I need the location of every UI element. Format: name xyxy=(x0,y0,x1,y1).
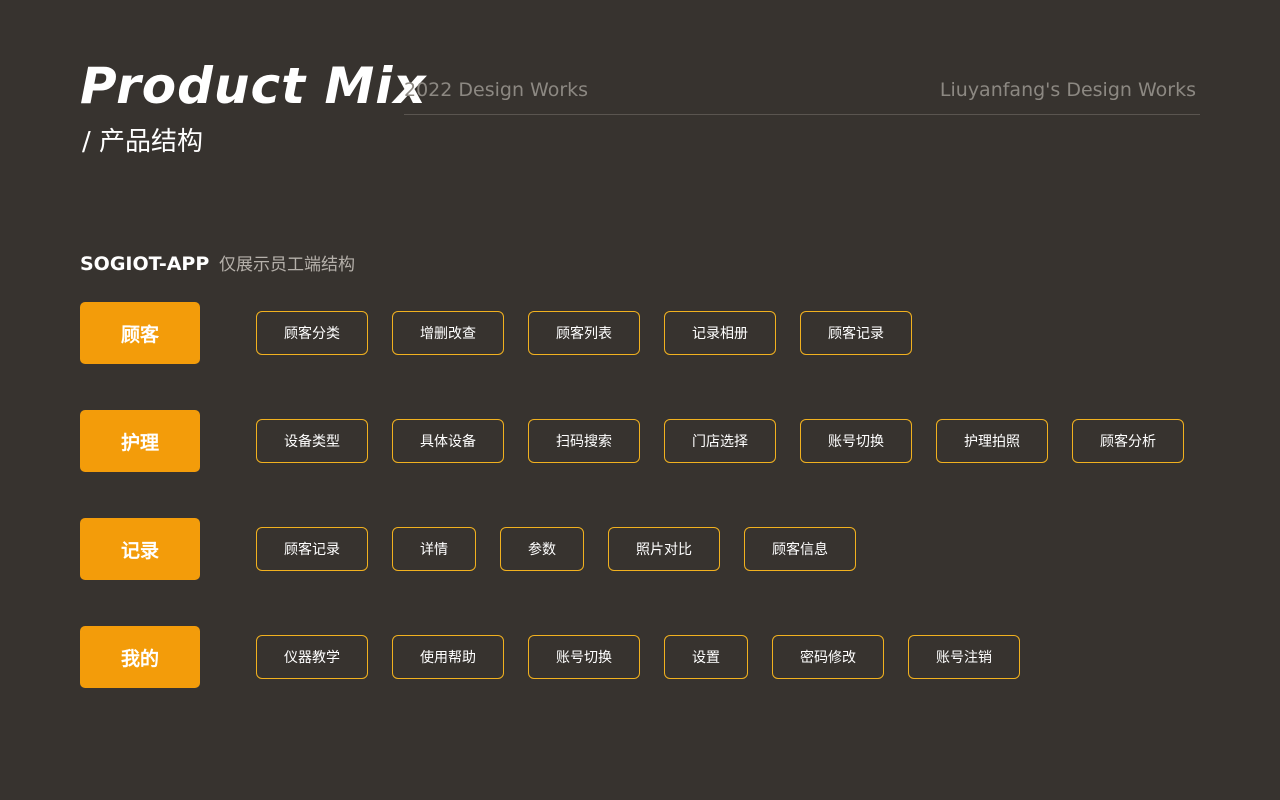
category-record: 记录 xyxy=(80,518,200,580)
item-node: 顾客信息 xyxy=(744,527,856,571)
item-node: 使用帮助 xyxy=(392,635,504,679)
app-note: 仅展示员工端结构 xyxy=(219,255,355,275)
item-node: 仪器教学 xyxy=(256,635,368,679)
item-node: 详情 xyxy=(392,527,476,571)
header-right-caption: Liuyanfang's Design Works xyxy=(939,79,1196,101)
structure-row-care: 护理 设备类型 具体设备 扫码搜索 门店选择 账号切换 护理拍照 顾客分析 xyxy=(80,410,1200,472)
item-node: 参数 xyxy=(500,527,584,571)
item-node: 顾客分析 xyxy=(1072,419,1184,463)
item-node: 账号切换 xyxy=(528,635,640,679)
item-node: 密码修改 xyxy=(772,635,884,679)
item-node: 账号切换 xyxy=(800,419,912,463)
page-subtitle: / 产品结构 xyxy=(82,127,204,157)
app-name: SOGIOT-APP xyxy=(80,253,210,275)
item-node: 顾客列表 xyxy=(528,311,640,355)
item-node: 门店选择 xyxy=(664,419,776,463)
item-node: 账号注销 xyxy=(908,635,1020,679)
item-node: 顾客分类 xyxy=(256,311,368,355)
item-node: 设备类型 xyxy=(256,419,368,463)
structure-row-customer: 顾客 顾客分类 增删改查 顾客列表 记录相册 顾客记录 xyxy=(80,302,1200,364)
header-divider xyxy=(404,114,1200,115)
page-title: Product Mix xyxy=(80,57,427,115)
category-mine: 我的 xyxy=(80,626,200,688)
category-care: 护理 xyxy=(80,410,200,472)
item-node: 顾客记录 xyxy=(800,311,912,355)
category-customer: 顾客 xyxy=(80,302,200,364)
item-node: 增删改查 xyxy=(392,311,504,355)
item-node: 扫码搜索 xyxy=(528,419,640,463)
product-mix-page: Product Mix / 产品结构 2022 Design Works Liu… xyxy=(0,0,1280,800)
structure-row-record: 记录 顾客记录 详情 参数 照片对比 顾客信息 xyxy=(80,518,1200,580)
item-node: 记录相册 xyxy=(664,311,776,355)
item-node: 具体设备 xyxy=(392,419,504,463)
item-node: 照片对比 xyxy=(608,527,720,571)
structure-row-mine: 我的 仪器教学 使用帮助 账号切换 设置 密码修改 账号注销 xyxy=(80,626,1200,688)
item-node: 设置 xyxy=(664,635,748,679)
item-node: 护理拍照 xyxy=(936,419,1048,463)
header-left-caption: 2022 Design Works xyxy=(404,79,589,101)
item-node: 顾客记录 xyxy=(256,527,368,571)
